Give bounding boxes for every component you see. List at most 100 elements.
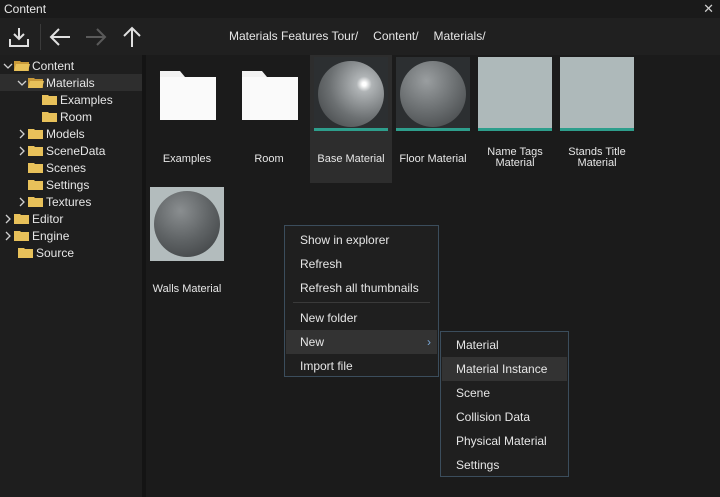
tree-item-label: Content xyxy=(32,58,75,73)
chevron-right-icon[interactable] xyxy=(16,125,28,142)
chevron-right-icon[interactable] xyxy=(2,227,14,244)
content-item-base-material[interactable]: Base Material xyxy=(310,55,392,183)
tree-item-examples[interactable]: Examples xyxy=(0,91,142,108)
item-label: Stands Title Material xyxy=(568,146,626,169)
tree-item-label: Textures xyxy=(46,194,92,209)
tree-item-textures[interactable]: Textures xyxy=(0,193,142,210)
chevron-right-icon: › xyxy=(427,335,431,349)
folder-icon xyxy=(28,145,43,156)
content-item-name-tags-material[interactable]: Name Tags Material xyxy=(474,55,556,183)
menu-item-import-file[interactable]: Import file xyxy=(286,354,437,378)
content-item-floor-material[interactable]: Floor Material xyxy=(392,55,474,183)
close-icon[interactable]: ✕ xyxy=(703,1,714,17)
tree-item-source[interactable]: Source xyxy=(0,244,142,261)
material-thumbnail xyxy=(478,57,552,131)
chevron-right-icon[interactable] xyxy=(2,210,14,227)
tree-item-label: Source xyxy=(36,245,75,260)
tree-item-label: Editor xyxy=(32,211,64,226)
material-type-bar xyxy=(314,128,388,131)
submenu-item-physical-material[interactable]: Physical Material xyxy=(442,429,567,453)
material-thumbnail xyxy=(150,187,224,261)
menu-separator xyxy=(293,302,430,303)
material-type-bar xyxy=(396,128,470,131)
tree-item-materials[interactable]: Materials xyxy=(0,74,142,91)
tree-item-label: Materials xyxy=(46,75,95,90)
tree-item-editor[interactable]: Editor xyxy=(0,210,144,227)
chevron-right-icon[interactable] xyxy=(16,193,28,210)
tree-item-scenedata[interactable]: SceneData xyxy=(0,142,142,159)
tree-item-label: Scenes xyxy=(46,160,87,175)
material-type-bar xyxy=(478,128,552,131)
submenu-item-material-instance[interactable]: Material Instance xyxy=(442,357,567,381)
tree-item-room[interactable]: Room xyxy=(0,108,142,125)
breadcrumb-materials[interactable]: Materials/ xyxy=(434,29,486,43)
menu-item-refresh-all-thumbnails[interactable]: Refresh all thumbnails xyxy=(286,276,437,300)
item-label: Examples xyxy=(162,153,212,165)
submenu-item-scene[interactable]: Scene xyxy=(442,381,567,405)
title-bar: Content ✕ xyxy=(0,0,720,18)
sphere-preview xyxy=(318,61,384,127)
submenu-item-material[interactable]: Material xyxy=(442,333,567,357)
menu-item-new-folder[interactable]: New folder xyxy=(286,306,437,330)
tree-item-label: Models xyxy=(46,126,85,141)
item-label: Name Tags Material xyxy=(487,146,543,169)
material-thumbnail xyxy=(560,57,634,131)
folder-icon xyxy=(14,230,29,241)
sphere-preview xyxy=(154,191,220,257)
menu-item-refresh[interactable]: Refresh xyxy=(286,252,437,276)
breadcrumb-project[interactable]: Materials Features Tour/ xyxy=(229,29,358,43)
new-submenu: Material Material Instance Scene Collisi… xyxy=(440,331,569,477)
menu-item-label: New xyxy=(300,335,325,349)
item-label: Floor Material xyxy=(399,153,467,165)
content-item-room[interactable]: Room xyxy=(228,55,310,183)
folder-icon xyxy=(28,196,43,207)
breadcrumb: Materials Features Tour/ Content/ Materi… xyxy=(229,29,486,43)
folder-icon xyxy=(42,111,57,122)
tree-item-label: Engine xyxy=(32,228,70,243)
import-icon[interactable] xyxy=(4,22,34,52)
up-arrow-icon[interactable] xyxy=(117,22,147,52)
item-label: Walls Material xyxy=(152,283,222,295)
window-title: Content xyxy=(4,2,47,16)
content-item-examples[interactable]: Examples xyxy=(146,55,228,183)
content-item-stands-title-material[interactable]: Stands Title Material xyxy=(556,55,638,183)
folder-icon xyxy=(42,94,57,105)
toolbar-separator xyxy=(40,24,41,50)
tree-item-label: Examples xyxy=(60,92,113,107)
submenu-item-settings[interactable]: Settings xyxy=(442,453,567,477)
breadcrumb-content[interactable]: Content/ xyxy=(373,29,418,43)
material-type-bar xyxy=(560,128,634,131)
menu-item-new[interactable]: New › xyxy=(286,330,437,354)
content-item-walls-material[interactable]: Walls Material xyxy=(146,185,228,313)
folder-icon xyxy=(28,162,43,173)
folder-open-icon xyxy=(14,60,30,71)
folder-icon xyxy=(242,71,298,120)
folder-icon xyxy=(14,213,29,224)
chevron-right-icon[interactable] xyxy=(16,142,28,159)
material-thumbnail xyxy=(396,57,470,131)
tree-item-models[interactable]: Models xyxy=(0,125,142,142)
tree-item-scenes[interactable]: Scenes xyxy=(0,159,142,176)
folder-icon xyxy=(28,179,43,190)
submenu-item-collision-data[interactable]: Collision Data xyxy=(442,405,567,429)
tree-item-label: Settings xyxy=(46,177,90,192)
folder-icon xyxy=(18,247,33,258)
folder-icon xyxy=(28,128,43,139)
item-label: Base Material xyxy=(317,153,385,165)
tree-item-content[interactable]: Content xyxy=(0,57,144,74)
folder-open-icon xyxy=(28,77,44,88)
forward-arrow-icon[interactable] xyxy=(81,22,111,52)
tree-item-label: Room xyxy=(60,109,93,124)
toolbar: Materials Features Tour/ Content/ Materi… xyxy=(0,18,720,55)
material-thumbnail xyxy=(314,57,388,131)
back-arrow-icon[interactable] xyxy=(45,22,75,52)
menu-item-show-in-explorer[interactable]: Show in explorer xyxy=(286,228,437,252)
item-label: Room xyxy=(254,153,284,165)
tree-item-engine[interactable]: Engine xyxy=(0,227,144,244)
tree-item-settings[interactable]: Settings xyxy=(0,176,142,193)
context-menu: Show in explorer Refresh Refresh all thu… xyxy=(284,225,439,377)
tree-item-label: SceneData xyxy=(46,143,106,158)
chevron-down-icon[interactable] xyxy=(2,57,14,74)
folder-icon xyxy=(160,71,216,120)
chevron-down-icon[interactable] xyxy=(16,74,28,91)
